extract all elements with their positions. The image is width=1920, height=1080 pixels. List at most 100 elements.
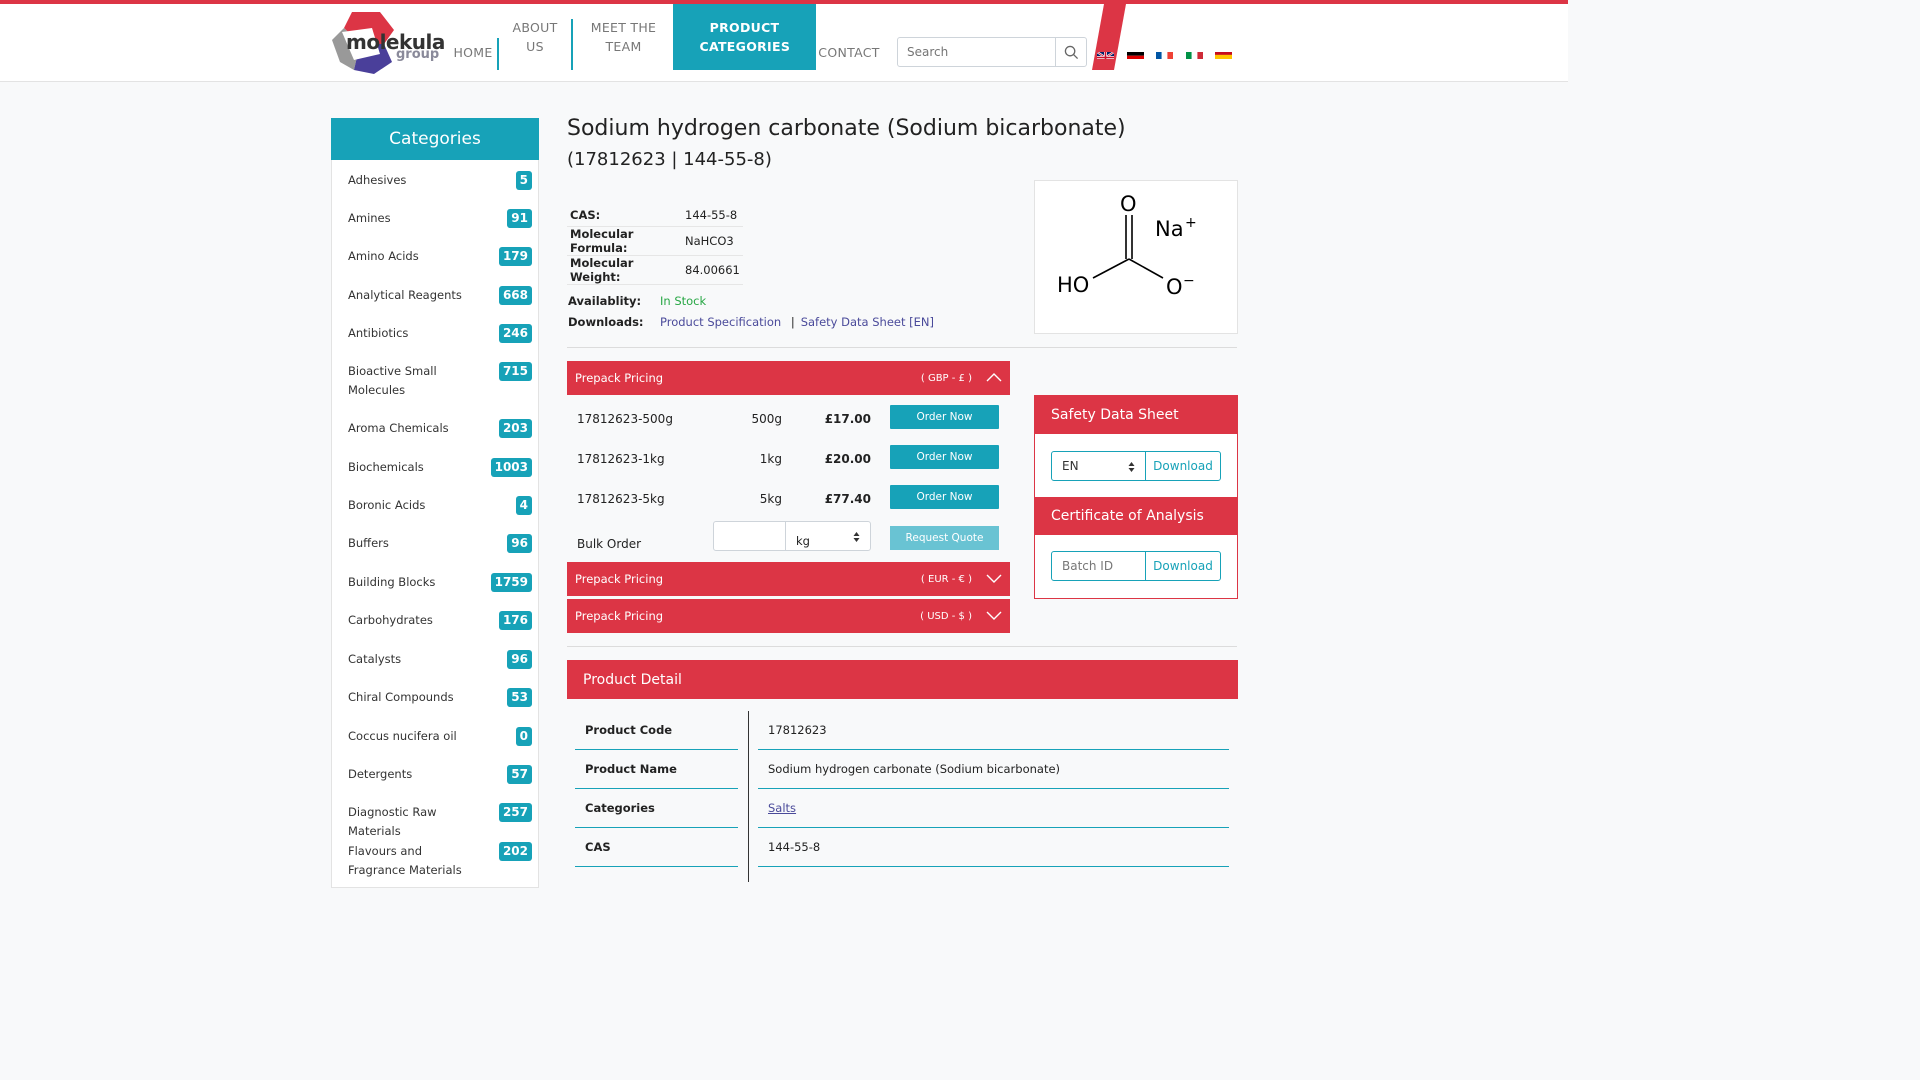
order-now-button[interactable]: Order Now <box>890 405 999 429</box>
request-quote-button[interactable]: Request Quote <box>890 526 999 550</box>
structure-o-top: O <box>1120 192 1137 216</box>
nav-home[interactable]: HOME <box>452 4 494 70</box>
category-link[interactable]: Salts <box>768 801 796 815</box>
product-subtitle: (17812623 | 144-55-8) <box>567 149 772 170</box>
prepack-pricing-eur-header[interactable]: Prepack Pricing ( EUR - € ) <box>567 562 1010 596</box>
category-count-badge: 91 <box>507 209 532 228</box>
availability-row: Availablity: In Stock <box>568 294 706 308</box>
safety-data-sheet-link[interactable]: Safety Data Sheet [EN] <box>801 315 934 329</box>
category-count-badge: 203 <box>498 419 532 438</box>
detail-row: Product Code 17812623 <box>575 711 1229 750</box>
structure-diagram: O Na + HO O − <box>1057 192 1197 299</box>
category-label: Catalysts <box>348 652 402 666</box>
price-row: 17812623-5kg 5kg £77.40 Order Now <box>567 480 1010 520</box>
sidebar-category-item[interactable]: Boronic Acids 4 <box>348 496 532 515</box>
es-flag-icon[interactable] <box>1215 48 1232 59</box>
fr-flag-icon[interactable] <box>1156 48 1173 59</box>
sku-code: 17812623-1kg <box>577 452 665 466</box>
sidebar-category-item[interactable]: Coccus nucifera oil 0 <box>348 727 532 746</box>
category-count-badge: 246 <box>498 324 532 343</box>
sds-title: Safety Data Sheet <box>1035 396 1237 434</box>
category-label: Aroma Chemicals <box>348 421 449 435</box>
detail-row: Product Name Sodium hydrogen carbonate (S… <box>575 750 1229 789</box>
category-label: Flavours and Fragrance Materials <box>348 844 462 877</box>
sidebar-category-item[interactable]: Detergents 57 <box>348 765 532 784</box>
category-count-badge: 57 <box>507 765 532 784</box>
de-flag-icon[interactable] <box>1127 48 1144 59</box>
category-label: Bioactive Small Molecules <box>348 364 437 397</box>
nav-product-categories[interactable]: PRODUCT CATEGORIES <box>673 4 816 70</box>
sds-language-select[interactable]: EN <box>1052 452 1146 480</box>
sds-language-value: EN <box>1062 459 1079 473</box>
detail-row: Categories Salts <box>575 789 1229 828</box>
order-now-button[interactable]: Order Now <box>890 445 999 469</box>
price-row: 17812623-500g 500g £17.00 Order Now <box>567 400 1010 440</box>
bulk-unit-select[interactable]: kg <box>785 521 871 551</box>
sidebar-category-item[interactable]: Aroma Chemicals 203 <box>348 419 532 438</box>
search-button[interactable] <box>1055 38 1086 66</box>
product-specification-link[interactable]: Product Specification <box>660 315 781 329</box>
site-header: molekula group HOME ABOUT US MEET THE TE… <box>0 4 1568 82</box>
category-label: Building Blocks <box>348 575 436 589</box>
sidebar-category-item[interactable]: Flavours and Fragrance Materials 202 <box>348 842 532 880</box>
order-now-button[interactable]: Order Now <box>890 485 999 509</box>
pack-price: £77.40 <box>824 492 871 506</box>
sidebar-category-item[interactable]: Chiral Compounds 53 <box>348 688 532 707</box>
chevron-down-icon <box>986 611 1002 620</box>
prepack-pricing-gbp-header[interactable]: Prepack Pricing ( GBP - £ ) <box>567 361 1010 395</box>
availability-status: In Stock <box>660 294 707 308</box>
sidebar-category-item[interactable]: Amino Acids 179 <box>348 247 532 266</box>
category-label: Amines <box>348 211 391 225</box>
category-count-badge: 5 <box>515 171 532 190</box>
search-input[interactable] <box>898 38 1055 66</box>
pricing-label: Prepack Pricing <box>575 572 664 586</box>
bulk-unit-value: kg <box>796 534 810 548</box>
sidebar-category-item[interactable]: Biochemicals 1003 <box>348 458 532 477</box>
sidebar-category-item[interactable]: Building Blocks 1759 <box>348 573 532 592</box>
batch-id-input[interactable]: Batch ID <box>1052 552 1146 580</box>
row-underline <box>758 866 1229 867</box>
coa-download-button[interactable]: Download <box>1146 552 1220 580</box>
category-count-badge: 96 <box>507 650 532 669</box>
category-count-badge: 53 <box>507 688 532 707</box>
sds-download-button[interactable]: Download <box>1146 452 1220 480</box>
sidebar-category-item[interactable]: Adhesives 5 <box>348 171 532 190</box>
nav-divider <box>571 19 573 70</box>
nav-about-us[interactable]: ABOUT US <box>505 4 565 70</box>
sidebar-category-item[interactable]: Buffers 96 <box>348 534 532 553</box>
divider <box>567 347 1237 348</box>
pack-size: 500g <box>751 412 782 426</box>
documents-panel: Safety Data Sheet EN Download Certificat… <box>1034 395 1238 599</box>
product-detail-title: Product Detail <box>567 660 1238 699</box>
category-label: Detergents <box>348 767 413 781</box>
detail-key: Product Code <box>585 723 673 737</box>
category-label: Antibiotics <box>348 326 409 340</box>
sidebar-category-item[interactable]: Carbohydrates 176 <box>348 611 532 630</box>
sidebar-category-item[interactable]: Catalysts 96 <box>348 650 532 669</box>
it-flag-icon[interactable] <box>1186 48 1203 59</box>
row-underline <box>575 866 738 867</box>
detail-value: 17812623 <box>768 723 827 737</box>
category-count-badge: 715 <box>498 362 532 381</box>
sidebar-category-item[interactable]: Analytical Reagents 668 <box>348 286 532 305</box>
sidebar-category-item[interactable]: Bioactive Small Molecules 715 <box>348 362 532 400</box>
category-label: Buffers <box>348 536 389 550</box>
pricing-label: Prepack Pricing <box>575 609 664 623</box>
category-count-badge: 202 <box>498 842 532 861</box>
sidebar-category-item[interactable]: Diagnostic Raw Materials 257 <box>348 803 532 841</box>
structure-o-charge: − <box>1183 273 1195 289</box>
category-label: Carbohydrates <box>348 613 433 627</box>
sidebar-category-item[interactable]: Antibiotics 246 <box>348 324 532 343</box>
property-value: 144-55-8 <box>682 205 743 227</box>
structure-o-minus: O <box>1166 275 1183 299</box>
prepack-pricing-usd-header[interactable]: Prepack Pricing ( USD - $ ) <box>567 599 1010 633</box>
pricing-currency: ( EUR - € ) <box>920 573 972 585</box>
availability-label: Availablity: <box>568 294 642 308</box>
gb-flag-icon[interactable] <box>1097 48 1114 59</box>
sidebar-category-item[interactable]: Amines 91 <box>348 209 532 228</box>
nav-meet-the-team[interactable]: MEET THE TEAM <box>585 4 662 70</box>
nav-contact[interactable]: CONTACT <box>818 4 880 70</box>
category-label: Diagnostic Raw Materials <box>348 805 437 838</box>
pricing-label: Prepack Pricing <box>575 371 664 385</box>
bulk-quantity-input[interactable] <box>713 521 786 551</box>
